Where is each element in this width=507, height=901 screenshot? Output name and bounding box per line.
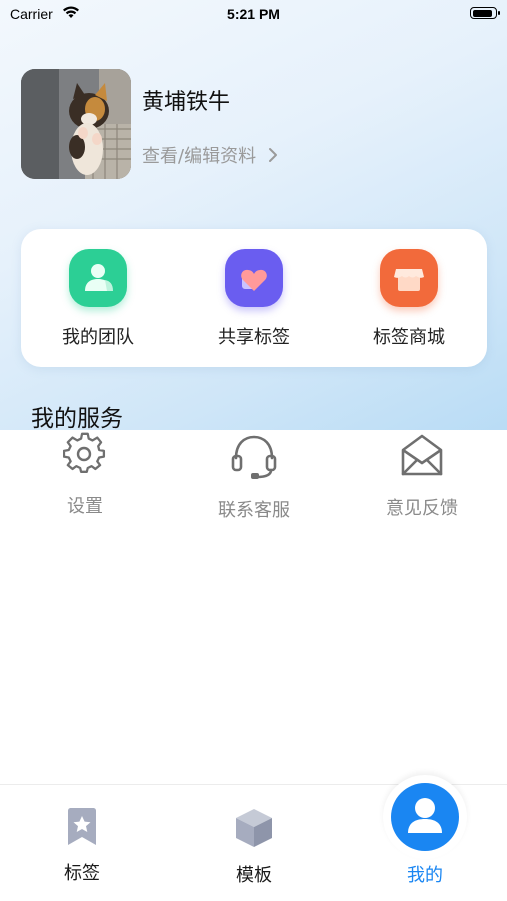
tab-tags-label: 标签: [64, 863, 100, 884]
shared-tags-label: 共享标签: [218, 327, 290, 348]
feedback-button[interactable]: 意见反馈: [347, 432, 497, 520]
user-icon: [391, 783, 459, 851]
bookmark-star-icon: [68, 808, 96, 845]
feedback-label: 意见反馈: [386, 498, 458, 519]
tab-tags[interactable]: 标签: [32, 807, 132, 885]
services-title: 我的服务: [31, 406, 123, 432]
team-icon: [69, 249, 127, 307]
store-icon: [380, 249, 438, 307]
headset-icon: [231, 435, 277, 479]
contact-support-label: 联系客服: [218, 500, 290, 521]
settings-button[interactable]: 设置: [10, 432, 160, 518]
edit-profile-link[interactable]: 查看/编辑资料: [142, 142, 278, 168]
quick-actions-card: 我的团队 共享标签 标签商城: [21, 229, 487, 367]
avatar-cat-photo: [21, 69, 131, 179]
gear-icon: [63, 432, 106, 473]
status-time: 5:21 PM: [227, 6, 280, 22]
tag-store-label: 标签商城: [373, 327, 445, 348]
tab-templates-label: 模板: [236, 865, 272, 886]
settings-label: 设置: [67, 496, 103, 517]
battery-icon: [470, 7, 500, 19]
mail-icon: [401, 434, 443, 476]
profile-name: 黄埔铁牛: [142, 90, 231, 115]
shared-tags-button[interactable]: 共享标签: [179, 249, 329, 349]
status-bar: Carrier 5:21 PM: [0, 0, 507, 30]
tab-me[interactable]: 我的: [375, 775, 475, 887]
cube-icon: [236, 809, 272, 847]
chevron-right-icon: [269, 148, 278, 162]
tab-me-label: 我的: [407, 865, 443, 886]
my-team-label: 我的团队: [62, 327, 134, 348]
heart-share-icon: [225, 249, 283, 307]
edit-profile-label: 查看/编辑资料: [142, 146, 257, 167]
tab-templates[interactable]: 模板: [204, 807, 304, 887]
tab-me-halo: [383, 775, 467, 859]
contact-support-button[interactable]: 联系客服: [179, 432, 329, 522]
tag-store-button[interactable]: 标签商城: [334, 249, 484, 349]
avatar[interactable]: [21, 69, 131, 179]
my-team-button[interactable]: 我的团队: [23, 249, 173, 349]
tab-bar: 标签 模板 我的: [0, 775, 507, 901]
